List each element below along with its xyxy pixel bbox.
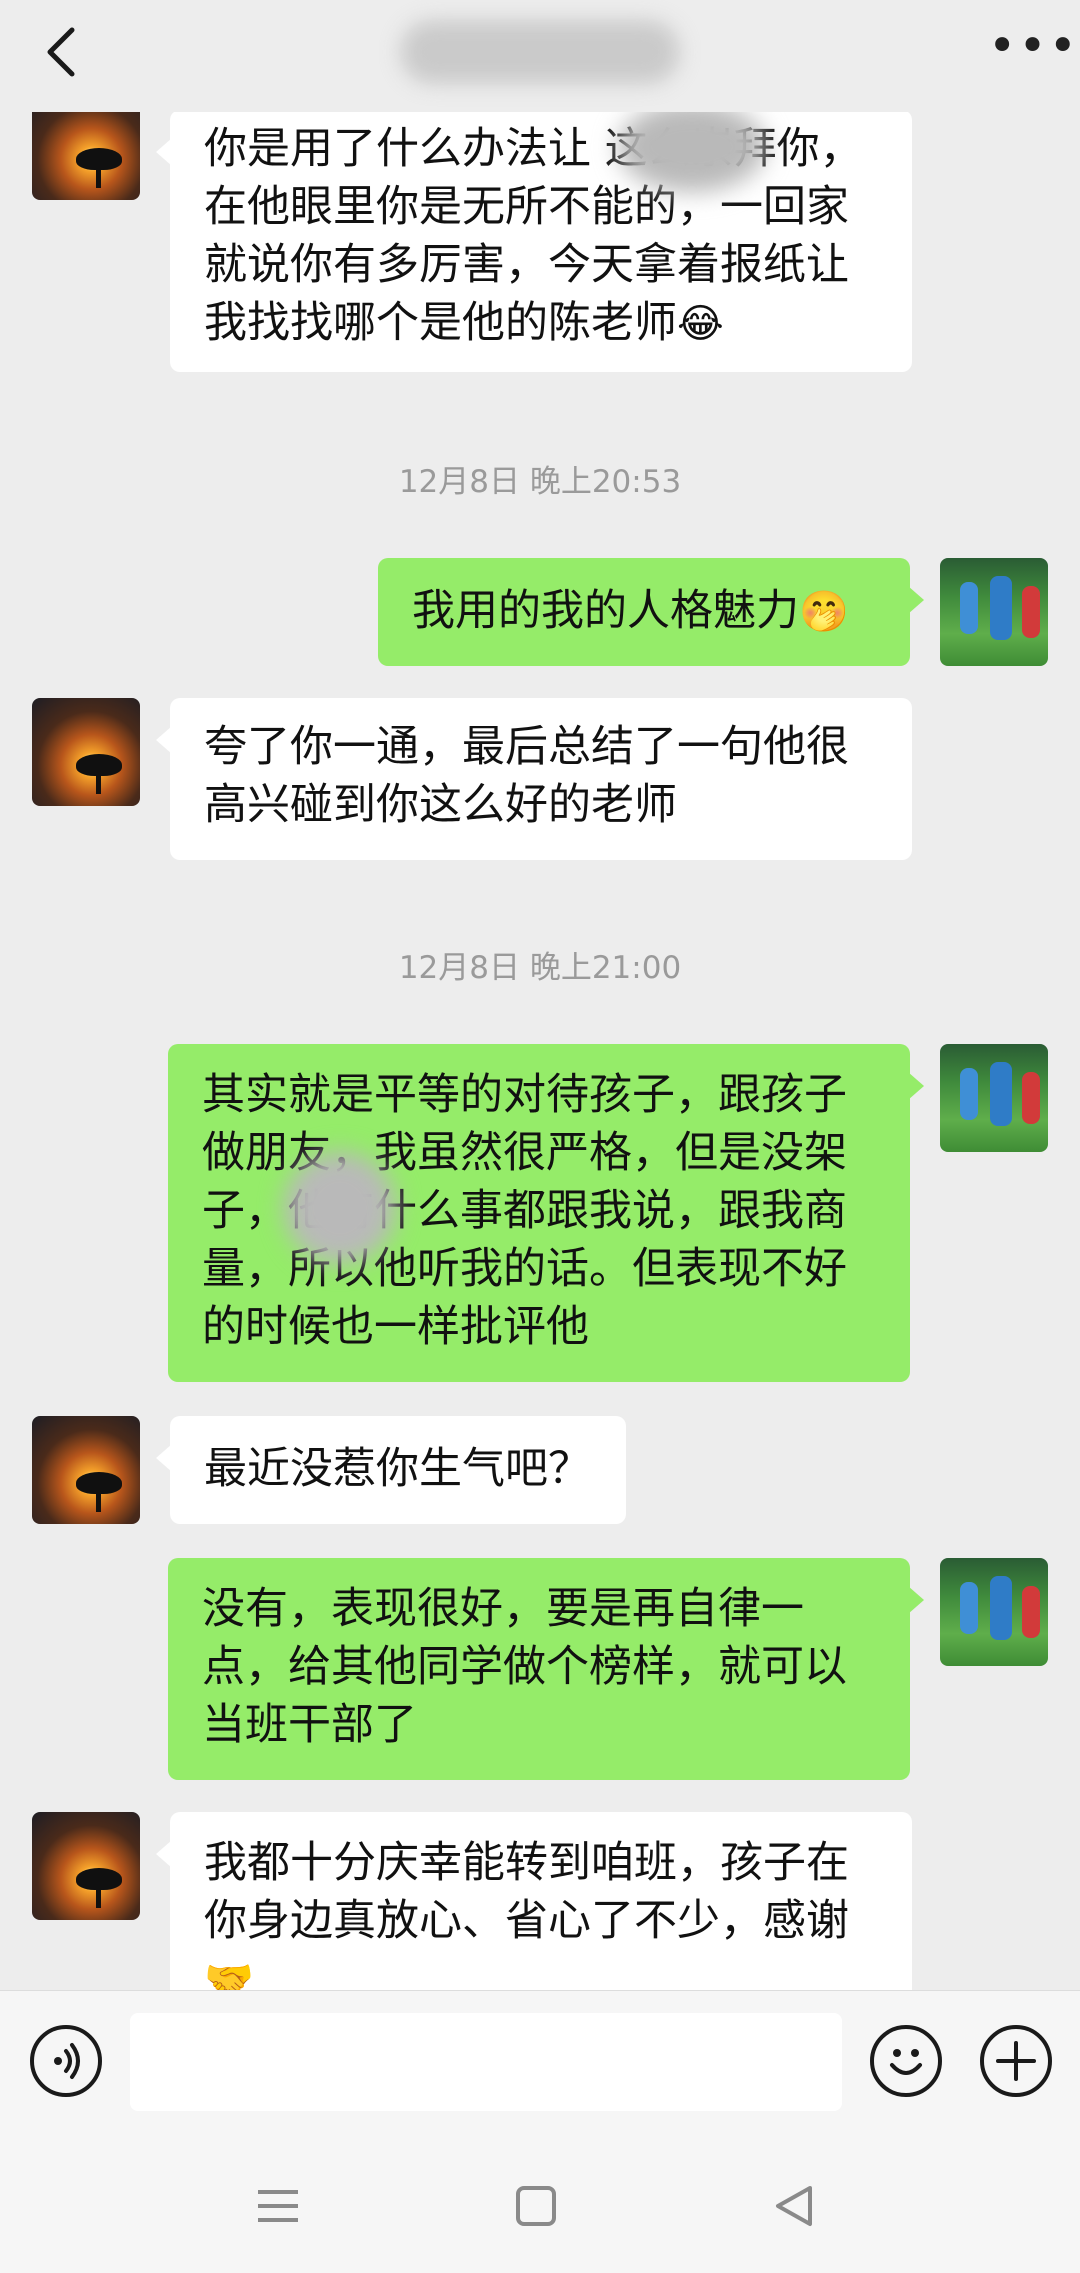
my-avatar[interactable] [940, 558, 1048, 666]
redacted-text-blur [284, 1152, 396, 1264]
message-text: 没有，表现很好，要是再自律一点，给其他同学做个榜样，就可以当班干部了 [202, 1584, 847, 1750]
message-text: 夸了你一通，最后总结了一句他很高兴碰到你这么好的老师 [204, 722, 849, 830]
square-icon [516, 2186, 556, 2226]
voice-icon [54, 2043, 80, 2079]
message-list[interactable]: 你是用了什么办法让 这么崇拜你，在他眼里你是无所不能的，一回家就说你有多厉害，今… [0, 112, 1080, 1990]
message-bubble-in[interactable]: 你是用了什么办法让 这么崇拜你，在他眼里你是无所不能的，一回家就说你有多厉害，今… [156, 112, 912, 372]
message-text: 我都十分庆幸能转到咱班，孩子在你身边真放心、省心了不少，感谢 [204, 1838, 849, 1946]
contact-avatar[interactable] [32, 112, 140, 200]
recent-apps-button[interactable] [248, 2176, 308, 2236]
message-text: 最近没惹你生气吧？ [204, 1444, 591, 1494]
more-functions-button[interactable] [980, 2025, 1052, 2097]
chevron-left-icon [47, 27, 75, 77]
message-bubble-out[interactable]: 其实就是平等的对待孩子，跟孩子做朋友，我虽然很严格，但是没架子，他有什么事都跟我… [168, 1044, 924, 1382]
thinking-face-emoji: 🤭 [799, 589, 849, 635]
voice-button[interactable] [30, 2025, 102, 2097]
crying-laughing-emoji: 😂 [677, 301, 724, 347]
chat-header: ••• [0, 0, 1080, 112]
system-navigation-bar [0, 2130, 1080, 2273]
emoji-icon [890, 2049, 922, 2075]
timestamp: 12月8日 晚上21:00 [398, 950, 682, 986]
message-bubble-in[interactable]: 最近没惹你生气吧？ [156, 1416, 626, 1524]
menu-icon [258, 2190, 298, 2222]
emoji-button[interactable] [870, 2025, 942, 2097]
more-options-button[interactable]: ••• [988, 22, 1077, 78]
handshake-emoji: 🤝 [204, 1957, 254, 1990]
back-button[interactable] [34, 22, 94, 82]
message-bubble-in[interactable]: 我都十分庆幸能转到咱班，孩子在你身边真放心、省心了不少，感谢 🤝 [156, 1812, 912, 1990]
system-back-button[interactable] [764, 2176, 824, 2236]
chat-title-redacted [400, 20, 680, 84]
contact-avatar[interactable] [32, 698, 140, 806]
input-bar [0, 1990, 1080, 2131]
contact-avatar[interactable] [32, 1416, 140, 1524]
message-input[interactable] [130, 2013, 842, 2111]
contact-avatar[interactable] [32, 1812, 140, 1920]
plus-icon [996, 2041, 1036, 2081]
my-avatar[interactable] [940, 1558, 1048, 1666]
triangle-back-icon [776, 2186, 812, 2226]
timestamp: 12月8日 晚上20:53 [398, 464, 682, 500]
message-text: 我用的我的人格魅力 [412, 586, 799, 636]
message-bubble-in[interactable]: 夸了你一通，最后总结了一句他很高兴碰到你这么好的老师 [156, 698, 912, 860]
home-button[interactable] [506, 2176, 566, 2236]
my-avatar[interactable] [940, 1044, 1048, 1152]
message-bubble-out[interactable]: 没有，表现很好，要是再自律一点，给其他同学做个榜样，就可以当班干部了 [168, 1558, 924, 1780]
message-bubble-out[interactable]: 我用的我的人格魅力🤭 [378, 558, 924, 666]
